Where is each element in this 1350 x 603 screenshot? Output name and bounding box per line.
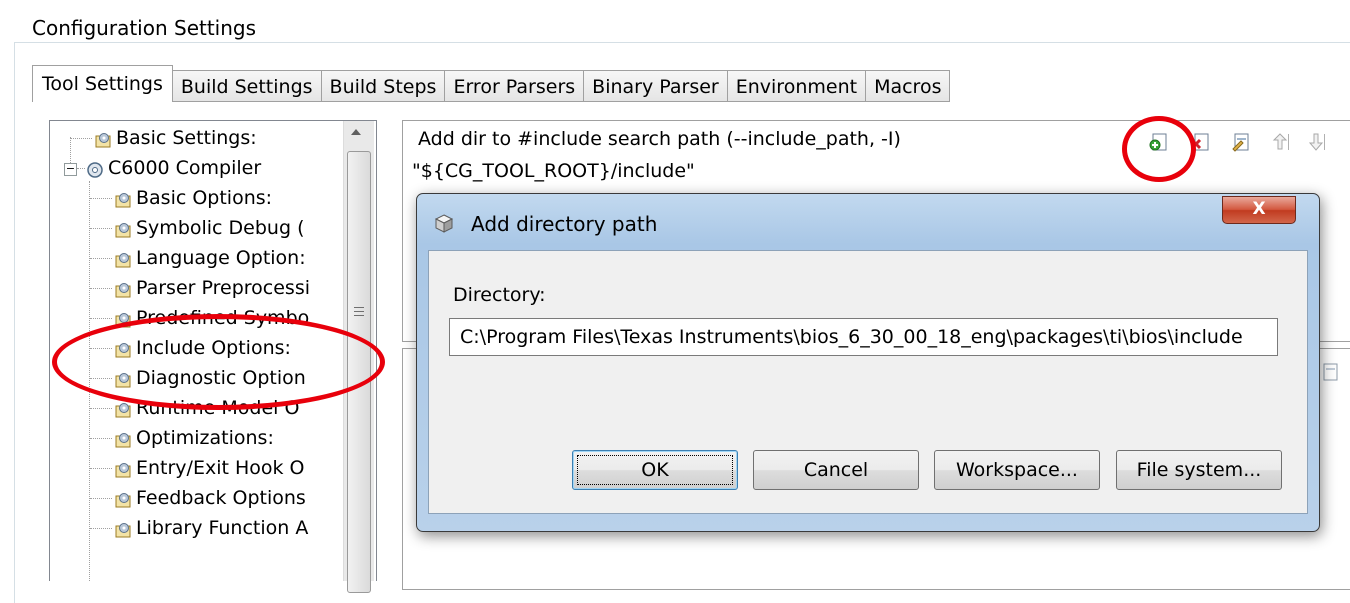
- tree-item-label: Language Option:: [136, 247, 306, 269]
- tab-error-parsers[interactable]: Error Parsers: [445, 70, 585, 102]
- tree-item-label: Basic Settings:: [116, 127, 257, 149]
- edit-icon[interactable]: [1322, 362, 1340, 384]
- tree-item-label: Feedback Options: [136, 487, 306, 509]
- tab-macros[interactable]: Macros: [866, 70, 951, 102]
- annotation-circle-add-button: [1122, 116, 1196, 182]
- collapse-toggle[interactable]: −: [64, 163, 77, 176]
- tab-environment[interactable]: Environment: [727, 70, 867, 102]
- tree-item-label: Basic Options:: [136, 187, 273, 209]
- close-button[interactable]: X: [1222, 196, 1296, 224]
- settings-page-icon: [114, 458, 132, 477]
- tree-item-label: Parser Preprocessi: [136, 277, 310, 299]
- include-path-entry[interactable]: "${CG_TOOL_ROOT}/include": [412, 160, 695, 182]
- tree-item-optimizations[interactable]: Optimizations:: [114, 423, 274, 453]
- cancel-button[interactable]: Cancel: [753, 450, 919, 490]
- dialog-window-icon: [432, 212, 456, 236]
- settings-page-icon: [114, 488, 132, 507]
- focus-indicator: [577, 455, 733, 485]
- tree-item-feedback-options[interactable]: Feedback Options: [114, 483, 306, 513]
- tree-item-parser-preprocessing[interactable]: Parser Preprocessi: [114, 273, 310, 303]
- group-title: Configuration Settings: [28, 16, 263, 40]
- ok-button[interactable]: OK: [572, 450, 738, 490]
- settings-page-icon: [114, 248, 132, 267]
- dialog-title: Add directory path: [471, 212, 658, 236]
- tab-bar: Tool Settings Build Settings Build Steps…: [32, 65, 951, 102]
- scroll-up-arrow-icon[interactable]: [351, 129, 361, 135]
- tree-item-label: C6000 Compiler: [108, 157, 262, 179]
- tree-item-label: Library Function A: [136, 517, 309, 539]
- move-down-icon[interactable]: [1306, 131, 1328, 153]
- settings-page-icon: [114, 428, 132, 447]
- file-system-button[interactable]: File system...: [1116, 450, 1282, 490]
- tab-tool-settings[interactable]: Tool Settings: [32, 65, 173, 102]
- directory-input[interactable]: [449, 318, 1278, 356]
- settings-page-icon: [114, 218, 132, 237]
- settings-page-icon: [114, 278, 132, 297]
- settings-page-icon: [114, 518, 132, 537]
- settings-page-icon: [114, 188, 132, 207]
- tree-item-basic-settings[interactable]: Basic Settings:: [94, 123, 257, 153]
- tree-item-language-options[interactable]: Language Option:: [114, 243, 306, 273]
- compiler-gear-icon: [86, 158, 104, 178]
- tree-item-label: Symbolic Debug (: [136, 217, 305, 239]
- directory-label: Directory:: [453, 284, 546, 306]
- workspace-button[interactable]: Workspace...: [934, 450, 1100, 490]
- include-path-title: Add dir to #include search path (--inclu…: [418, 128, 901, 150]
- tree-item-library-function[interactable]: Library Function A: [114, 513, 308, 543]
- edit-icon[interactable]: [1230, 131, 1252, 153]
- settings-page-icon: [94, 128, 112, 147]
- tree-item-symbolic-debug[interactable]: Symbolic Debug (: [114, 213, 304, 243]
- tab-binary-parser[interactable]: Binary Parser: [584, 70, 728, 102]
- move-up-icon[interactable]: [1270, 131, 1292, 153]
- tree-item-basic-options[interactable]: Basic Options:: [114, 183, 272, 213]
- tree-item-label: Entry/Exit Hook O: [136, 457, 305, 479]
- tree-item-c6000-compiler[interactable]: C6000 Compiler: [86, 153, 261, 183]
- annotation-ellipse-include-options: [52, 314, 385, 410]
- tree-item-entry-exit-hook[interactable]: Entry/Exit Hook O: [114, 453, 305, 483]
- tree-item-label: Optimizations:: [136, 427, 274, 449]
- tab-build-settings[interactable]: Build Settings: [172, 70, 322, 102]
- tab-build-steps[interactable]: Build Steps: [321, 70, 446, 102]
